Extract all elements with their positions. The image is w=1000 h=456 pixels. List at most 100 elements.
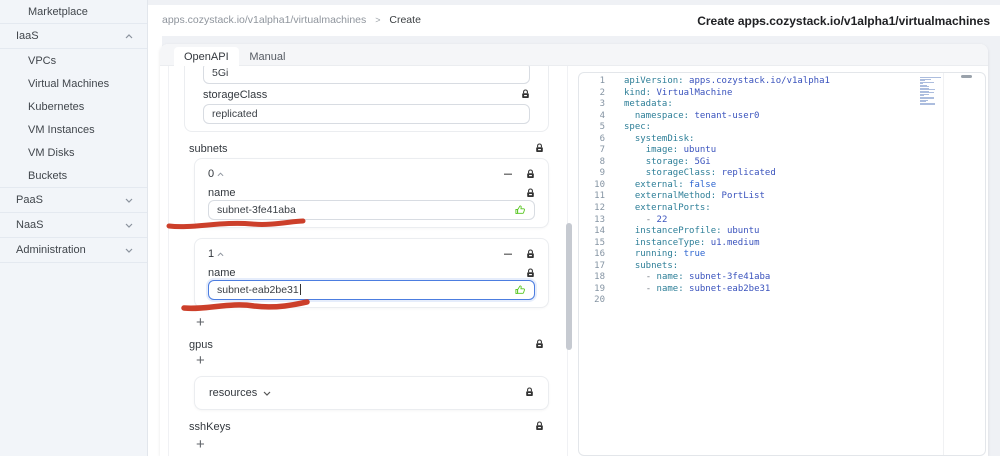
storage-size-value: 5Gi	[212, 67, 229, 79]
sidebar-item-label: IaaS	[16, 30, 39, 42]
lock-icon[interactable]	[526, 248, 535, 259]
code-line: 10 external: false	[594, 179, 717, 190]
code-line: 9 storageClass: replicated	[599, 168, 776, 179]
breadcrumb-separator: >	[375, 15, 381, 25]
lock-icon[interactable]	[535, 338, 544, 349]
code-line: 5 spec:	[599, 122, 652, 133]
sidebar-item-label: VPCs	[28, 54, 57, 67]
sidebar-item-label: VM Disks	[28, 146, 75, 159]
openapi-form-panel: 5Gi storageClass replicated subnets 0 na…	[168, 66, 568, 456]
systemdisk-group-card: 5Gi storageClass replicated	[184, 66, 549, 132]
sidebar-item-vpcs[interactable]: VPCs	[0, 49, 147, 72]
subnet-item-header[interactable]: 1	[208, 246, 535, 261]
storageclass-value: replicated	[212, 108, 258, 120]
storageclass-input[interactable]: replicated	[203, 104, 530, 124]
subnet-name-label: name	[208, 186, 236, 199]
text-cursor	[299, 284, 301, 295]
add-subnet-button[interactable]: +	[196, 315, 205, 330]
subnet-item-header[interactable]: 0	[208, 166, 535, 181]
code-line: 11 externalMethod: PortList	[594, 191, 765, 202]
remove-item-icon[interactable]	[503, 249, 513, 259]
sidebar-item-label: VM Instances	[28, 123, 95, 136]
subnet-item-card-0: 0 name subnet-3fe41aba	[194, 158, 549, 228]
page-title: Create apps.cozystack.io/v1alpha1/virtua…	[697, 14, 990, 28]
chevron-down-icon	[125, 248, 133, 253]
tab-bar: OpenAPI Manual	[160, 44, 988, 66]
lock-icon[interactable]	[526, 267, 535, 278]
thumbs-up-icon[interactable]	[514, 204, 526, 216]
subnet-item-index: 0	[208, 168, 224, 180]
tab-openapi[interactable]: OpenAPI	[174, 47, 239, 66]
code-line: 6 systemDisk:	[599, 133, 695, 144]
lock-icon[interactable]	[525, 387, 534, 397]
sidebar-item-vm-disks[interactable]: VM Disks	[0, 141, 147, 164]
sidebar-item-label: Buckets	[28, 169, 68, 182]
resources-collapse-card[interactable]: resources	[194, 376, 549, 410]
code-line: 18 - name: subnet-3fe41aba	[594, 272, 771, 283]
yaml-code: 1 apiVersion: apps.cozystack.io/v1alpha1 2…	[579, 76, 985, 455]
breadcrumb-path-link[interactable]: apps.cozystack.io/v1alpha1/virtualmachin…	[162, 14, 366, 26]
lock-icon[interactable]	[535, 142, 544, 153]
sidebar-item-paas[interactable]: PaaS	[0, 188, 147, 212]
code-line: 15 instanceType: u1.medium	[594, 237, 760, 248]
sidebar-item-label: Kubernetes	[28, 100, 85, 113]
sidebar-item-virtual-machines[interactable]: Virtual Machines	[0, 72, 147, 95]
subnet-name-value: subnet-eab2be31	[217, 284, 301, 296]
chevron-down-icon	[125, 223, 133, 228]
add-gpu-button[interactable]: +	[196, 353, 205, 368]
sidebar-item-administration[interactable]: Administration	[0, 238, 147, 262]
subnet-name-value: subnet-3fe41aba	[217, 204, 296, 216]
form-scrollbar-thumb[interactable]	[566, 223, 572, 350]
sidebar: Marketplace IaaS VPCs Virtual Machines Kuber…	[0, 0, 148, 456]
code-line: 19 - name: subnet-eab2be31	[594, 283, 771, 294]
sidebar-item-label: NaaS	[16, 219, 44, 231]
sidebar-item-marketplace[interactable]: Marketplace	[0, 0, 147, 23]
sidebar-item-kubernetes[interactable]: Kubernetes	[0, 95, 147, 118]
sidebar-item-naas[interactable]: NaaS	[0, 213, 147, 237]
yaml-editor[interactable]: 1 apiVersion: apps.cozystack.io/v1alpha1 2…	[578, 72, 986, 456]
code-line: 7 image: ubuntu	[599, 145, 717, 156]
storageclass-label: storageClass	[203, 88, 268, 101]
resources-label: resources	[209, 387, 258, 399]
code-line: 13 - 22	[594, 214, 668, 225]
subnet-item-index: 1	[208, 248, 224, 260]
chevron-up-icon	[125, 34, 133, 39]
sidebar-item-label: PaaS	[16, 194, 43, 206]
lock-icon[interactable]	[526, 168, 535, 179]
subnet-name-input[interactable]: subnet-3fe41aba	[208, 200, 535, 220]
subnet-name-input[interactable]: subnet-eab2be31	[208, 280, 535, 300]
top-header: apps.cozystack.io/v1alpha1/virtualmachin…	[148, 5, 1000, 36]
code-line: 20	[594, 295, 605, 306]
add-sshkey-button[interactable]: +	[196, 437, 205, 452]
subnet-name-label: name	[208, 266, 236, 279]
lock-icon[interactable]	[521, 88, 530, 99]
sidebar-item-iaas[interactable]: IaaS	[0, 24, 147, 48]
sidebar-item-label: Virtual Machines	[28, 77, 110, 90]
code-line: 4 namespace: tenant-user0	[599, 110, 760, 121]
gpus-label: gpus	[189, 338, 213, 351]
code-line: 12 externalPorts:	[594, 203, 711, 214]
thumbs-up-icon[interactable]	[514, 284, 526, 296]
breadcrumb-current: Create	[389, 14, 421, 26]
sidebar-divider	[0, 262, 147, 263]
breadcrumb: apps.cozystack.io/v1alpha1/virtualmachin…	[162, 14, 421, 26]
sidebar-item-buckets[interactable]: Buckets	[0, 164, 147, 187]
storage-size-input[interactable]: 5Gi	[203, 66, 530, 84]
code-line: 17 subnets:	[594, 260, 679, 271]
chevron-down-icon	[263, 391, 271, 396]
code-line: 16 running: true	[594, 249, 706, 260]
editor-scrollbar-thumb[interactable]	[961, 75, 972, 78]
subnets-label: subnets	[189, 142, 228, 155]
tab-manual[interactable]: Manual	[239, 47, 295, 66]
lock-icon[interactable]	[526, 187, 535, 198]
sidebar-item-label: Administration	[16, 244, 86, 256]
sidebar-item-vm-instances[interactable]: VM Instances	[0, 118, 147, 141]
lock-icon[interactable]	[535, 420, 544, 431]
chevron-up-icon	[217, 251, 224, 256]
remove-item-icon[interactable]	[503, 169, 513, 179]
create-resource-card: OpenAPI Manual 5Gi storageClass replicate…	[160, 44, 988, 456]
editor-minimap[interactable]	[920, 77, 942, 107]
sidebar-item-label: Marketplace	[28, 5, 88, 18]
code-line: 14 instanceProfile: ubuntu	[594, 226, 760, 237]
subnet-item-card-1: 1 name subnet-eab2be31	[194, 238, 549, 308]
